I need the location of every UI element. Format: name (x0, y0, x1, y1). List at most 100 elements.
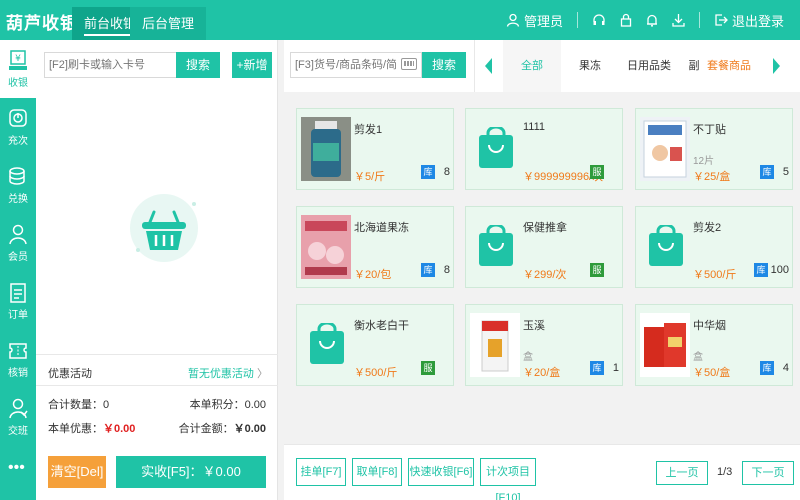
bell-icon[interactable] (646, 13, 658, 27)
discount-amount: ￥0.00 (103, 423, 136, 435)
product-price: ￥299/次 (523, 269, 567, 281)
total-amount-label: 合计金额： (178, 423, 234, 435)
shopping-bag-icon (649, 225, 683, 266)
nav-item-exchange[interactable]: 兑换 (0, 156, 36, 214)
shopping-bag-icon (310, 323, 344, 364)
points-label: 本单积分： (189, 399, 245, 411)
headset-icon[interactable] (592, 13, 606, 27)
hold-order-button[interactable]: 挂单[F7] (296, 458, 346, 486)
category-daily[interactable]: 日用品类 (619, 40, 679, 92)
tab-admin[interactable]: 后台管理 (130, 7, 207, 40)
stock-qty: 8 (443, 264, 450, 276)
stock-qty: 4 (782, 362, 789, 374)
category-all[interactable]: 全部 (503, 40, 561, 92)
stock-badge: 库 (421, 263, 435, 277)
total-qty: 0 (103, 399, 110, 411)
order-icon (10, 282, 26, 303)
prev-page-button[interactable]: 上一页 (656, 461, 708, 485)
nav-item-member[interactable]: 会员 (0, 214, 36, 272)
stock-qty: 100 (770, 264, 789, 276)
product-image-cigarette-zhonghua (640, 313, 690, 377)
product-card[interactable]: 剪发2 ￥500/斤 库 100 (635, 206, 793, 288)
stock-badge: 库 (760, 165, 774, 179)
promotion-label: 优惠活动 (48, 368, 92, 380)
page-indicator: 1/3 (717, 466, 733, 478)
lock-icon[interactable] (620, 13, 632, 27)
nav-item-order[interactable]: 订单 (0, 272, 36, 330)
member-search-button[interactable]: 搜索 (176, 52, 220, 78)
stock-badge: 库 (754, 263, 768, 277)
divider (698, 12, 700, 28)
retrieve-order-button[interactable]: 取单[F8] (352, 458, 402, 486)
recharge-icon (9, 108, 27, 127)
category-jelly[interactable]: 果冻 (561, 40, 619, 92)
clear-button[interactable]: 清空[Del] (48, 456, 106, 488)
total-qty-label: 合计数量： (48, 399, 103, 411)
product-price: ￥5/斤 (354, 171, 386, 183)
points: 0.00 (244, 399, 266, 411)
chevron-right-icon: 〉 (257, 368, 268, 380)
member-search-input[interactable] (45, 53, 185, 77)
category-next-arrow-icon[interactable] (773, 58, 780, 74)
product-image-bottle (301, 117, 351, 181)
exchange-icon (9, 166, 25, 185)
keyboard-icon[interactable] (401, 58, 417, 70)
total-amount: ￥0.00 (233, 423, 266, 435)
stock-badge: 库 (590, 361, 604, 375)
product-card[interactable]: 1111 ￥999999996/次 服 (465, 108, 623, 190)
product-card[interactable]: 剪发1 ￥5/斤 库 8 (296, 108, 454, 190)
product-panel: 搜索 全部 果冻 日用品类 副 套餐商品 剪发1 ￥5/斤 库 8 1111 ￥… (284, 40, 800, 500)
product-card[interactable]: 保健推拿 ￥299/次 服 (465, 206, 623, 288)
user-menu[interactable]: 管理员 (506, 11, 563, 30)
service-badge: 服 (421, 361, 435, 375)
pay-button[interactable]: 实收[F5]：￥0.00 (116, 456, 266, 488)
divider (576, 12, 578, 28)
next-page-button[interactable]: 下一页 (742, 461, 794, 485)
product-image-cigarette-yuxi (470, 313, 520, 377)
product-card[interactable]: 衡水老白干 ￥500/斤 服 (296, 304, 454, 386)
quick-checkout-button[interactable]: 快速收银[F6] (408, 458, 474, 486)
add-member-button[interactable]: +新增 (232, 52, 272, 78)
category-bar: 全部 果冻 日用品类 副 套餐商品 (474, 40, 800, 92)
category-prev-arrow-icon[interactable] (485, 58, 492, 74)
product-card[interactable]: 不丁贴 12片 ￥25/盒 库 5 (635, 108, 793, 190)
user-name: 管理员 (523, 13, 563, 29)
handover-icon (9, 398, 28, 418)
top-actions: 管理员 退出登录 (506, 0, 784, 40)
action-footer: 挂单[F7] 取单[F8] 快速收银[F6] 计次项目[F10] 上一页 1/3… (284, 444, 800, 500)
product-card[interactable]: 玉溪 盒 ￥20/盒 库 1 (465, 304, 623, 386)
product-price: ￥20/盒 (523, 367, 561, 379)
promotion-row[interactable]: 优惠活动 暂无优惠活动 〉 (36, 354, 278, 386)
stock-qty: 1 (612, 362, 619, 374)
product-price: ￥25/盒 (693, 171, 731, 183)
svg-text:¥: ¥ (15, 54, 21, 64)
product-card[interactable]: 中华烟 盒 ￥50/盒 库 4 (635, 304, 793, 386)
stock-qty: 8 (443, 166, 450, 178)
more-icon[interactable]: ••• (8, 460, 25, 476)
count-items-button[interactable]: 计次项目[F10] (480, 458, 536, 500)
service-badge: 服 (590, 165, 604, 179)
nav-item-recharge[interactable]: 充次 (0, 98, 36, 156)
product-price: ￥500/斤 (354, 367, 398, 379)
stock-qty: 5 (782, 166, 789, 178)
empty-basket-icon (130, 194, 198, 262)
stock-badge: 库 (421, 165, 435, 179)
nav-item-ticket[interactable]: 核销 (0, 330, 36, 388)
nav-item-cashier[interactable]: ¥ 收银 (0, 40, 36, 98)
nav-item-handover[interactable]: 交班 (0, 388, 36, 446)
logout-icon (715, 14, 728, 26)
product-search-input[interactable] (291, 53, 396, 77)
top-bar: 葫芦收银宝 前台收银 后台管理 管理员 退出登录 (0, 0, 800, 40)
category-package[interactable]: 套餐商品 (701, 40, 757, 92)
user-icon (506, 13, 520, 27)
product-grid: 剪发1 ￥5/斤 库 8 1111 ￥999999996/次 服 不丁贴 12片… (284, 92, 800, 444)
product-image-box (640, 117, 690, 181)
product-card[interactable]: 北海道果冻 ￥20/包 库 8 (296, 206, 454, 288)
download-icon[interactable] (672, 13, 685, 27)
product-price: ￥20/包 (354, 269, 392, 281)
product-search-button[interactable]: 搜索 (422, 52, 466, 78)
ticket-icon (9, 342, 27, 359)
logout-button[interactable]: 退出登录 (714, 11, 784, 30)
stock-badge: 库 (760, 361, 774, 375)
cart-panel: 搜索 +新增 优惠活动 暂无优惠活动 〉 合计数量：0 本单积分：0.00 本单… (36, 40, 278, 500)
